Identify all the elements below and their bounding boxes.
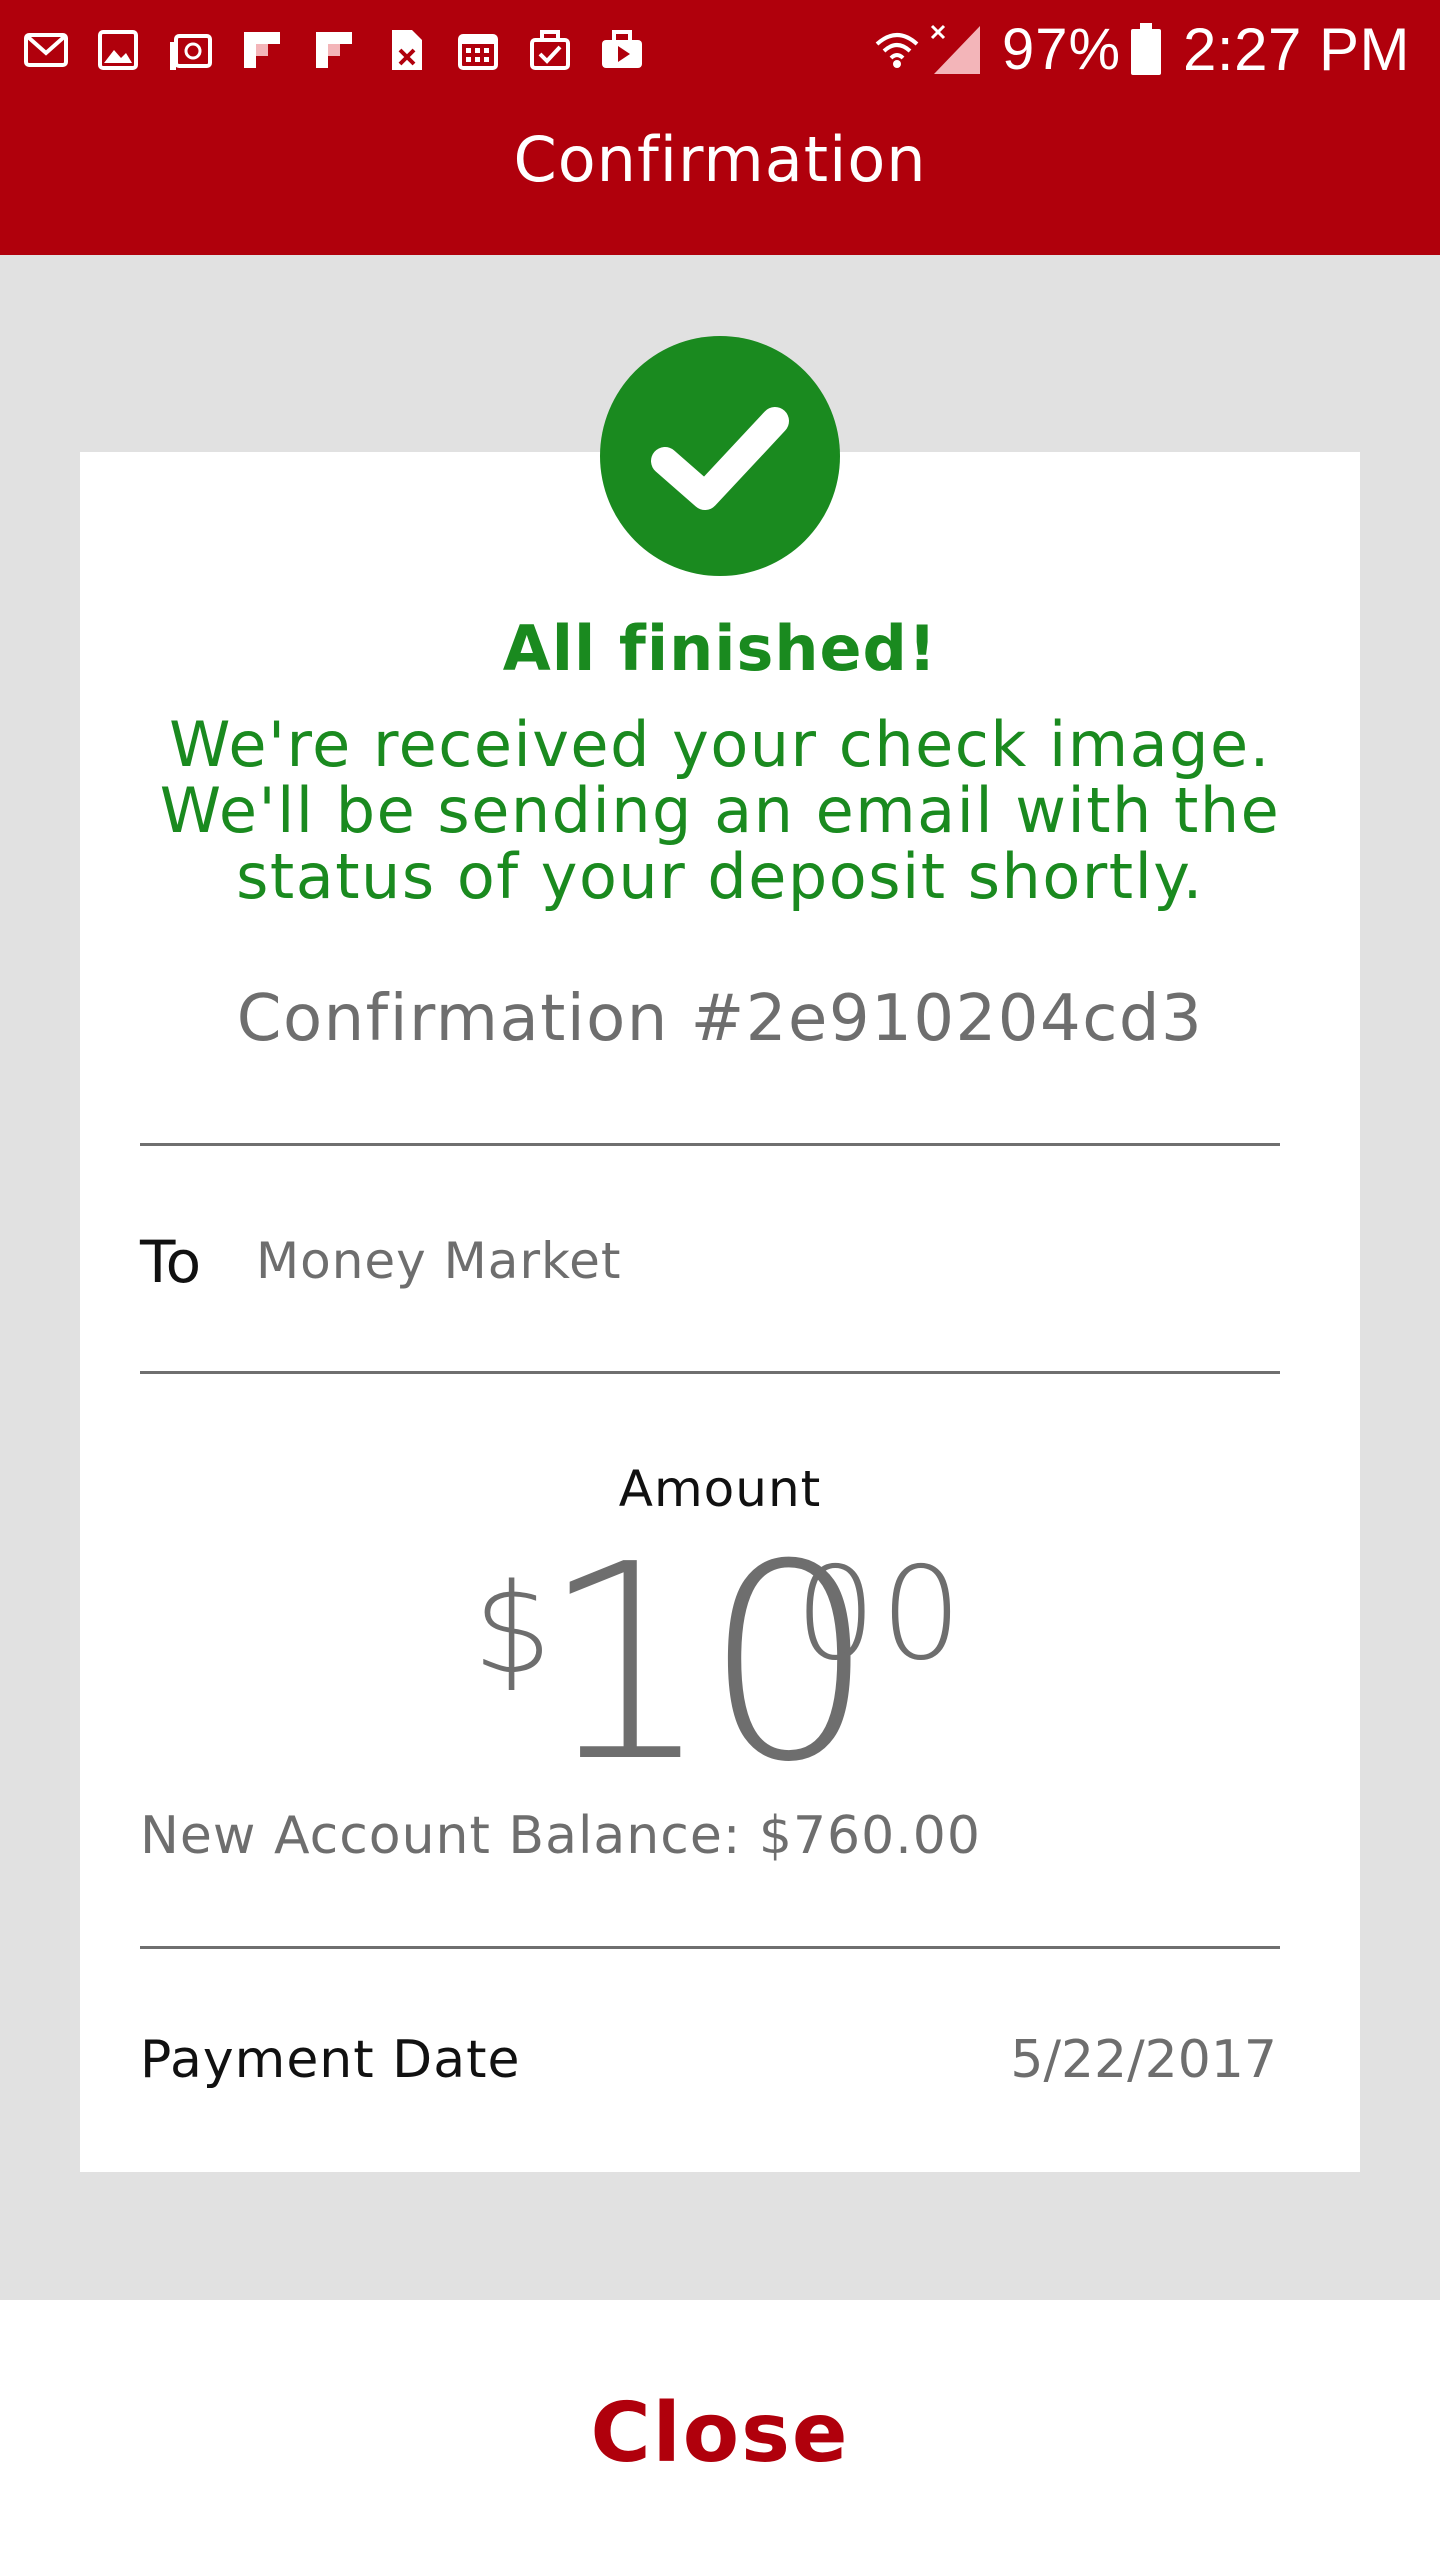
success-heading: All finished! [502, 612, 938, 685]
battery-icon [1131, 23, 1162, 75]
to-account-value: Money Market [256, 1232, 622, 1290]
new-account-balance: New Account Balance: $760.00 [140, 1806, 981, 1866]
status-bar: 97% 2:27 PM [0, 0, 1440, 98]
clock: 2:27 PM [1183, 15, 1410, 83]
gmail-icon [20, 24, 72, 76]
amount-cents: 00 [795, 1540, 966, 1689]
email-icon [164, 24, 216, 76]
app-bar: Confirmation [0, 98, 1440, 255]
footer: Close [0, 2300, 1440, 2560]
message-line: We're received your check image. [169, 708, 1271, 781]
message-line: We'll be sending an email with the [159, 774, 1281, 847]
wifi-icon [875, 33, 919, 68]
notification-icons [20, 22, 668, 78]
calendar-icon [452, 24, 504, 76]
system-status: 97% 2:27 PM [872, 15, 1410, 83]
confirmation-number: Confirmation #2e910204cd3 [236, 982, 1204, 1056]
document-icon [380, 24, 432, 76]
divider [140, 1143, 1280, 1146]
close-button-label: Close [590, 2385, 850, 2481]
close-button[interactable]: Close [0, 2300, 1440, 2560]
flipboard-icon [236, 24, 288, 76]
gallery-icon [92, 24, 144, 76]
battery-percent: 97% [1001, 16, 1122, 82]
briefcase-icon [596, 24, 648, 76]
success-message: We're received your check image. We'll b… [120, 712, 1320, 910]
payment-date-value: 5/22/2017 [1010, 2030, 1277, 2090]
divider [140, 1371, 1280, 1374]
message-line: status of your deposit shortly. [236, 840, 1204, 913]
payment-date-label: Payment Date [140, 2030, 521, 2090]
signal-icon [930, 24, 980, 74]
flipboard-icon [308, 24, 360, 76]
task-icon [524, 24, 576, 76]
divider [140, 1946, 1280, 1949]
amount-value: $ 10 00 [80, 1506, 1360, 1821]
page-title: Confirmation [513, 123, 927, 196]
success-check-icon [600, 336, 840, 576]
to-label: To [140, 1228, 202, 1296]
